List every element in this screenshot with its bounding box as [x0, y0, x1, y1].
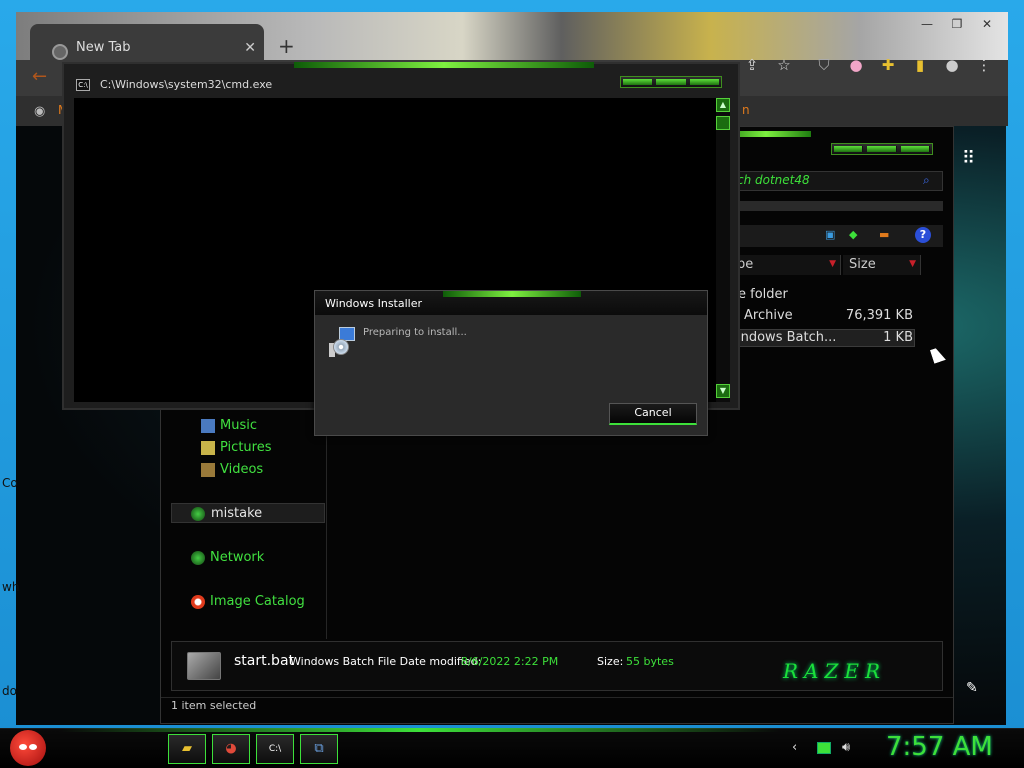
- chrome-tab-title: New Tab: [76, 40, 131, 55]
- minimize-icon[interactable]: [623, 79, 653, 85]
- nav-item-pictures[interactable]: Pictures: [220, 440, 271, 455]
- taskbar: [0, 728, 1024, 768]
- sidepanel-icon[interactable]: ▮: [909, 54, 931, 76]
- sort-arrow-icon: ▼: [909, 259, 916, 269]
- preview-icon[interactable]: ◆: [849, 228, 857, 241]
- file-type-cell[interactable]: indows Batch...: [737, 330, 836, 345]
- network-tray-icon[interactable]: [817, 742, 831, 754]
- drive-icon: [191, 507, 205, 521]
- scroll-up-icon[interactable]: ▲: [716, 98, 730, 112]
- installer-dialog: Windows Installer Preparing to install..…: [314, 290, 708, 436]
- nav-item-videos[interactable]: Videos: [220, 462, 263, 477]
- chrome-taskbar-icon[interactable]: ◕: [212, 734, 250, 764]
- file-size-cell[interactable]: 1 KB: [833, 330, 913, 345]
- shield-extension-icon[interactable]: ⛉: [813, 54, 835, 76]
- column-header-size[interactable]: Size ▼: [843, 255, 921, 275]
- title-accent: [443, 291, 581, 297]
- selected-file-size-label: Size:: [597, 655, 624, 668]
- file-type-cell[interactable]: Archive: [744, 308, 793, 323]
- image-catalog-icon: [191, 595, 205, 609]
- cmd-window-title: C:\Windows\system32\cmd.exe: [100, 78, 273, 91]
- menu-dots-icon[interactable]: ⋮: [973, 54, 995, 76]
- tray-overflow-icon[interactable]: ‹: [792, 740, 797, 755]
- batch-file-icon: [187, 652, 221, 680]
- cancel-button[interactable]: Cancel: [609, 403, 697, 425]
- nav-item-network[interactable]: Network: [210, 550, 264, 565]
- help-icon[interactable]: ?: [915, 227, 931, 243]
- maximize-icon[interactable]: [867, 146, 897, 152]
- scroll-down-icon[interactable]: ▼: [716, 384, 730, 398]
- view-icon[interactable]: ▣: [825, 228, 835, 241]
- title-accent: [294, 62, 594, 68]
- maximize-icon[interactable]: [656, 79, 686, 85]
- nav-item-music[interactable]: Music: [220, 418, 257, 433]
- scrollbar[interactable]: [716, 98, 730, 402]
- sort-arrow-icon: ▼: [829, 259, 836, 269]
- installer-message: Preparing to install...: [363, 327, 467, 338]
- star-icon[interactable]: ☆: [773, 54, 795, 76]
- maximize-icon[interactable]: ❐: [942, 14, 972, 34]
- close-icon[interactable]: [900, 146, 930, 152]
- chrome-window-controls: — ❐ ✕: [912, 14, 1002, 34]
- chrome-tab-bar: New Tab ✕ + — ❐ ✕: [16, 12, 1008, 60]
- column-header-type[interactable]: pe ▼: [731, 255, 841, 275]
- volume-icon[interactable]: 🔊︎: [842, 740, 850, 755]
- scroll-thumb[interactable]: [716, 116, 730, 130]
- cmd-window-controls: [620, 76, 722, 88]
- apps-grid-icon[interactable]: ⠿: [962, 148, 982, 169]
- installer-taskbar-icon[interactable]: ⧉: [300, 734, 338, 764]
- desktop-icon-label[interactable]: do: [2, 684, 17, 698]
- bookmark-item[interactable]: n: [742, 103, 750, 117]
- selected-file-size: 55 bytes: [626, 655, 674, 668]
- share-icon[interactable]: ⇪: [741, 54, 763, 76]
- selected-file-name: start.bat: [234, 653, 295, 669]
- nav-item-image-catalog[interactable]: Image Catalog: [210, 594, 305, 609]
- razer-logo: RAZER: [783, 659, 887, 683]
- minimize-icon[interactable]: —: [912, 14, 942, 34]
- network-icon: [191, 551, 205, 565]
- status-text: 1 item selected: [171, 699, 257, 712]
- dialog-title: Windows Installer: [325, 297, 423, 310]
- close-icon[interactable]: ✕: [972, 14, 1002, 34]
- globe-icon: ◉: [34, 104, 46, 119]
- new-tab-button[interactable]: +: [278, 34, 295, 58]
- flag-extension-icon[interactable]: ●: [845, 54, 867, 76]
- explorer-window-controls: [831, 143, 933, 155]
- desktop-icon-label[interactable]: wh: [2, 580, 19, 594]
- selected-file-date: 8/6/2022 2:22 PM: [461, 655, 559, 668]
- selected-file-type: Windows Batch File Date modified:: [290, 655, 482, 668]
- search-icon[interactable]: ⌕: [923, 173, 930, 188]
- cmd-taskbar-icon[interactable]: C:\: [256, 734, 294, 764]
- status-bar: [161, 697, 953, 717]
- menu-bar: [721, 201, 943, 211]
- file-size-cell[interactable]: 76,391 KB: [833, 308, 913, 323]
- profile-icon[interactable]: ●: [941, 54, 963, 76]
- installer-icon: [329, 327, 357, 357]
- taskbar-clock[interactable]: 7:57 AM: [886, 732, 993, 762]
- minimize-icon[interactable]: [834, 146, 864, 152]
- start-button[interactable]: [10, 730, 46, 766]
- file-type-cell[interactable]: e folder: [738, 287, 788, 302]
- nav-item-label: mistake: [211, 506, 263, 521]
- music-folder-icon: [201, 419, 215, 433]
- file-explorer-taskbar-icon[interactable]: ▰: [168, 734, 206, 764]
- details-pane-icon[interactable]: ▬: [879, 228, 889, 241]
- chrome-tab-new-tab[interactable]: New Tab ✕: [30, 24, 264, 60]
- pictures-folder-icon: [201, 441, 215, 455]
- back-arrow-icon[interactable]: ←: [32, 66, 47, 87]
- desktop-icon-label[interactable]: Co: [2, 476, 18, 490]
- videos-folder-icon: [201, 463, 215, 477]
- puzzle-icon[interactable]: ✚: [877, 54, 899, 76]
- chrome-tab-icon: [52, 44, 68, 60]
- close-tab-icon[interactable]: ✕: [244, 40, 256, 56]
- search-input[interactable]: ch dotnet48: [737, 173, 810, 187]
- taskbar-glow: [60, 728, 780, 732]
- close-icon[interactable]: [689, 79, 719, 85]
- pencil-icon[interactable]: ✎: [966, 680, 978, 696]
- cmd-icon: C:\: [76, 79, 90, 91]
